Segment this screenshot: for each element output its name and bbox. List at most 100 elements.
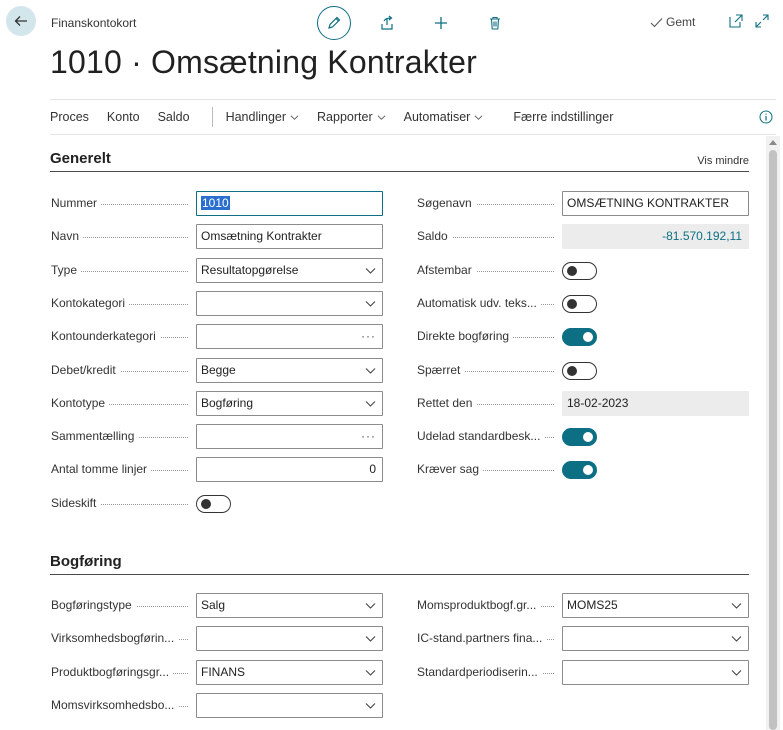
trash-icon bbox=[490, 16, 500, 30]
field-label-text: Rettet den bbox=[417, 396, 477, 410]
field-rettet-den: Rettet den 18-02-2023 bbox=[417, 391, 749, 416]
sideskift-toggle[interactable] bbox=[196, 494, 231, 513]
section-general-title[interactable]: Generelt bbox=[50, 150, 111, 167]
automatisk-udv-teks-toggle[interactable] bbox=[562, 294, 597, 313]
virksomhedsbogfoerin-input[interactable] bbox=[196, 626, 383, 651]
kontotype-input[interactable]: Bogføring bbox=[196, 391, 383, 416]
spaerret-toggle[interactable] bbox=[562, 361, 597, 380]
expand-icon[interactable] bbox=[755, 14, 769, 28]
direkte-bogfoering-toggle[interactable] bbox=[562, 327, 597, 346]
udelad-standardbesk-toggle[interactable] bbox=[562, 427, 597, 446]
chevron-down-icon[interactable] bbox=[365, 300, 376, 308]
field-label: Nummer bbox=[51, 191, 196, 216]
vertical-scrollbar[interactable] bbox=[766, 136, 780, 730]
scroll-up-icon[interactable] bbox=[769, 140, 777, 145]
back-button[interactable] bbox=[6, 6, 36, 36]
standardperiodiserin-input[interactable] bbox=[562, 660, 749, 685]
open-in-new-window-icon[interactable] bbox=[729, 14, 743, 28]
saved-label: Gemt bbox=[666, 15, 696, 29]
sammentaelling-input[interactable]: ··· bbox=[196, 424, 383, 449]
field-label-text: Kontounderkategori bbox=[51, 329, 160, 343]
field-sammentaelling: Sammentælling ··· bbox=[51, 424, 383, 449]
field-label-text: Produktbogføringsgr... bbox=[51, 665, 174, 679]
field-value: 18-02-2023 bbox=[567, 396, 629, 410]
menu-rapporter[interactable]: Rapporter bbox=[317, 110, 386, 124]
field-label-text: IC-stand.partners fina... bbox=[417, 631, 547, 645]
field-label: Kontokategori bbox=[51, 291, 196, 316]
pencil-icon bbox=[328, 16, 341, 29]
section-posting-title[interactable]: Bogføring bbox=[50, 553, 122, 570]
checkmark-icon bbox=[650, 17, 663, 27]
chevron-down-icon[interactable] bbox=[365, 400, 376, 408]
chevron-down-icon[interactable] bbox=[365, 635, 376, 643]
chevron-down-icon[interactable] bbox=[365, 702, 376, 710]
bogfoeringstype-input[interactable]: Salg bbox=[196, 593, 383, 618]
momsvirksomhedsbo-input[interactable] bbox=[196, 693, 383, 718]
field-direkte-bogfoering: Direkte bogføring bbox=[417, 324, 597, 349]
chevron-down-icon[interactable] bbox=[365, 367, 376, 375]
share-button[interactable] bbox=[379, 15, 395, 31]
chevron-down-icon[interactable] bbox=[731, 669, 742, 677]
field-label-text: Udelad standardbesk... bbox=[417, 429, 545, 443]
produktbogfoeringsgr-input[interactable]: FINANS bbox=[196, 660, 383, 685]
new-button[interactable] bbox=[433, 15, 449, 31]
field-value: -81.570.192,11 bbox=[662, 229, 742, 243]
navn-input[interactable]: Omsætning Kontrakter bbox=[196, 224, 383, 249]
field-automatisk-udv-teks: Automatisk udv. teks... bbox=[417, 291, 597, 316]
field-label: Kontounderkategori bbox=[51, 324, 196, 349]
menu-saldo[interactable]: Saldo bbox=[158, 110, 190, 124]
toggle-knob bbox=[567, 365, 577, 376]
chevron-down-icon bbox=[474, 114, 483, 120]
chevron-down-icon[interactable] bbox=[365, 602, 376, 610]
kraever-sag-toggle[interactable] bbox=[562, 460, 597, 479]
ellipsis-lookup-icon[interactable]: ··· bbox=[361, 325, 376, 348]
kontounderkategori-input[interactable]: ··· bbox=[196, 324, 383, 349]
field-udelad-standardbesk: Udelad standardbesk... bbox=[417, 424, 597, 449]
field-label-text: Saldo bbox=[417, 229, 452, 243]
type-input[interactable]: Resultatopgørelse bbox=[196, 258, 383, 283]
menu-proces[interactable]: Proces bbox=[50, 110, 89, 124]
field-value: Omsætning Kontrakter bbox=[201, 229, 322, 243]
field-label: Navn bbox=[51, 224, 196, 249]
chevron-down-icon[interactable] bbox=[365, 669, 376, 677]
chevron-down-icon[interactable] bbox=[365, 267, 376, 275]
field-label: Standardperiodiserin... bbox=[417, 660, 562, 685]
field-kraever-sag: Kræver sag bbox=[417, 457, 597, 482]
toggle-knob bbox=[567, 265, 577, 276]
afstembar-toggle[interactable] bbox=[562, 261, 597, 280]
field-antal-tomme-linjer: Antal tomme linjer 0 bbox=[51, 457, 383, 482]
field-label: Sammentælling bbox=[51, 424, 196, 449]
menu-handlinger[interactable]: Handlinger bbox=[226, 110, 299, 124]
menu-fewer-options[interactable]: Færre indstillinger bbox=[513, 110, 613, 124]
saldo-input: -81.570.192,11 bbox=[562, 224, 749, 249]
field-label-text: Kontokategori bbox=[51, 296, 130, 310]
ellipsis-lookup-icon[interactable]: ··· bbox=[361, 425, 376, 448]
antal-tomme-linjer-input[interactable]: 0 bbox=[196, 457, 383, 482]
kontokategori-input[interactable] bbox=[196, 291, 383, 316]
section-general-header: Generelt Vis mindre bbox=[50, 150, 749, 172]
delete-button[interactable] bbox=[487, 15, 503, 31]
nummer-input[interactable]: 1010 bbox=[196, 191, 383, 216]
soegenavn-input[interactable]: OMSÆTNING KONTRAKTER bbox=[562, 191, 749, 216]
scroll-thumb[interactable] bbox=[769, 150, 777, 730]
info-icon[interactable] bbox=[759, 110, 773, 124]
field-sideskift: Sideskift bbox=[51, 491, 231, 516]
field-label-text: Virksomhedsbogførin... bbox=[51, 631, 179, 645]
menu-konto[interactable]: Konto bbox=[107, 110, 140, 124]
chevron-down-icon bbox=[290, 114, 299, 120]
field-debet-kredit: Debet/kredit Begge bbox=[51, 358, 383, 383]
chevron-down-icon[interactable] bbox=[731, 635, 742, 643]
ic-stand-partners-fina-input[interactable] bbox=[562, 626, 749, 651]
show-less-link[interactable]: Vis mindre bbox=[697, 155, 749, 167]
field-spaerret: Spærret bbox=[417, 358, 597, 383]
debet-kredit-input[interactable]: Begge bbox=[196, 358, 383, 383]
menu-automatiser[interactable]: Automatiser bbox=[404, 110, 484, 124]
field-produktbogfoeringsgr: Produktbogføringsgr... FINANS bbox=[51, 660, 383, 685]
field-label: IC-stand.partners fina... bbox=[417, 626, 562, 651]
edit-button[interactable] bbox=[317, 6, 351, 40]
chevron-down-icon[interactable] bbox=[731, 602, 742, 610]
share-icon bbox=[381, 15, 393, 30]
field-nummer: Nummer 1010 bbox=[51, 191, 383, 216]
momsproduktbogf-gr-input[interactable]: MOMS25 bbox=[562, 593, 749, 618]
field-label: Automatisk udv. teks... bbox=[417, 291, 562, 316]
